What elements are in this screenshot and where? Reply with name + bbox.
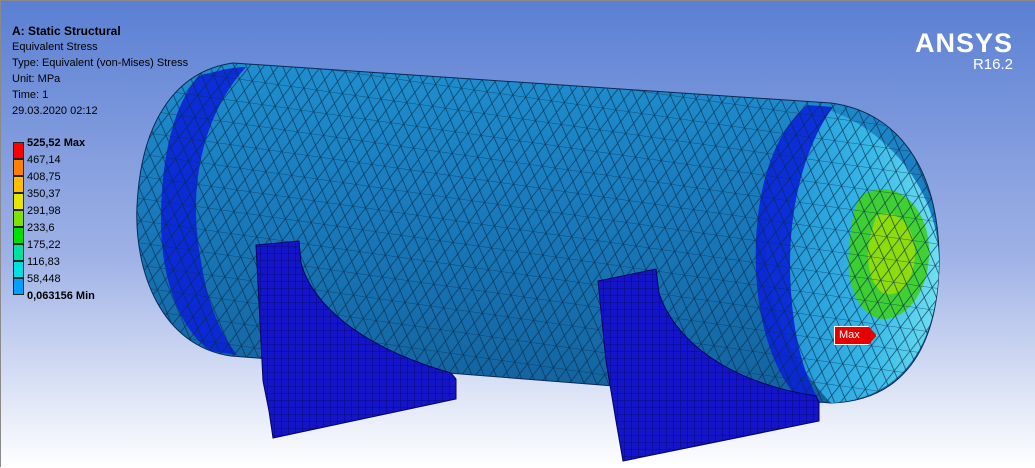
legend-label: 175,22 bbox=[27, 239, 61, 251]
analysis-title: A: Static Structural bbox=[12, 24, 121, 38]
legend-label: 58,448 bbox=[27, 273, 61, 285]
result-name: Equivalent Stress bbox=[12, 41, 98, 53]
legend-label: 467,14 bbox=[27, 154, 61, 166]
legend-swatch bbox=[13, 142, 24, 159]
ansys-logo: ANSYS R16.2 bbox=[915, 29, 1013, 73]
legend-swatch bbox=[13, 244, 24, 261]
logo-version: R16.2 bbox=[972, 56, 1013, 73]
result-type: Type: Equivalent (von-Mises) Stress bbox=[12, 57, 189, 69]
legend-label: 116,83 bbox=[27, 256, 60, 268]
max-probe-label[interactable]: Max bbox=[834, 326, 877, 345]
result-date: 29.03.2020 02:12 bbox=[12, 105, 98, 117]
result-time: Time: 1 bbox=[12, 89, 49, 101]
result-unit: Unit: MPa bbox=[12, 73, 61, 85]
legend-label: 291,98 bbox=[27, 205, 61, 217]
legend-label: 233,6 bbox=[27, 222, 55, 234]
legend-swatch bbox=[13, 278, 24, 295]
legend-swatch bbox=[13, 210, 24, 227]
legend-label: 0,063156 Min bbox=[27, 290, 95, 302]
legend-label: 350,37 bbox=[27, 188, 61, 200]
legend-label: 408,75 bbox=[27, 171, 61, 183]
mesh-overlay bbox=[136, 63, 940, 403]
legend-swatch bbox=[13, 261, 24, 278]
logo-brand: ANSYS bbox=[914, 28, 1013, 58]
graphics-viewport[interactable]: A: Static Structural Equivalent Stress T… bbox=[0, 0, 1035, 467]
max-probe-text: Max bbox=[834, 326, 877, 345]
result-info-panel: A: Static Structural Equivalent Stress T… bbox=[12, 23, 188, 119]
legend-swatch bbox=[13, 176, 24, 193]
legend-label: 525,52 Max bbox=[27, 137, 86, 149]
legend-swatch bbox=[13, 227, 24, 244]
legend-swatch bbox=[13, 159, 24, 176]
legend-swatch bbox=[13, 193, 24, 210]
